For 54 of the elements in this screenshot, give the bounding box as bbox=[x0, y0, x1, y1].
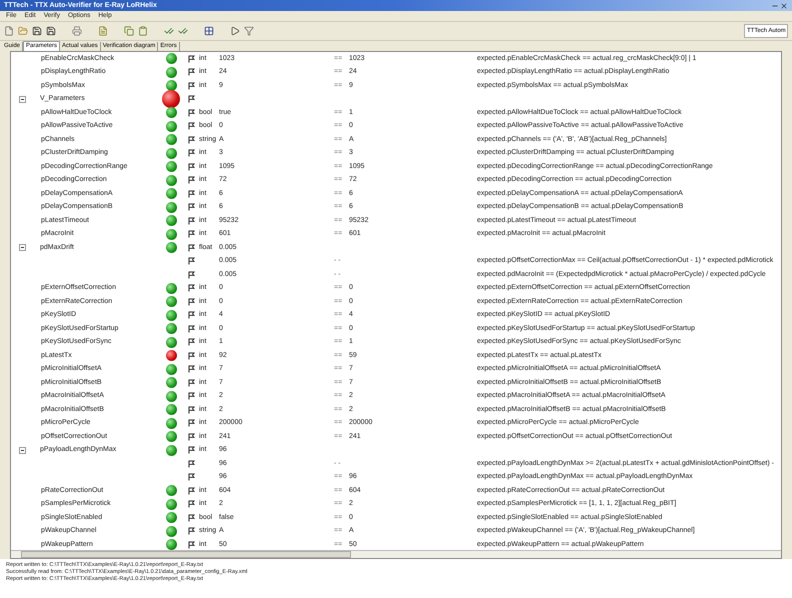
flag-icon bbox=[188, 460, 194, 468]
flag-icon bbox=[188, 446, 194, 454]
flag-icon bbox=[188, 324, 194, 333]
flag-icon bbox=[188, 203, 194, 212]
flag-icon bbox=[188, 500, 194, 508]
flag-icon bbox=[188, 108, 194, 117]
grid-icon[interactable] bbox=[204, 26, 214, 36]
double-check-icon[interactable] bbox=[164, 26, 174, 36]
flag-icon bbox=[188, 378, 194, 387]
new-document-icon[interactable] bbox=[4, 26, 14, 36]
flag-icon bbox=[188, 392, 194, 400]
flag-icon bbox=[188, 270, 194, 279]
flag-icon bbox=[188, 338, 194, 346]
flag-icon bbox=[188, 68, 194, 76]
flag-icon bbox=[188, 162, 194, 171]
flag-icon bbox=[188, 216, 194, 225]
flag-icon bbox=[188, 365, 194, 374]
printer-icon[interactable] bbox=[72, 26, 82, 36]
document-icon[interactable] bbox=[98, 26, 108, 36]
collapse-toggle[interactable] bbox=[19, 446, 26, 454]
flag-icon bbox=[188, 406, 194, 414]
flag-icon bbox=[188, 244, 194, 252]
flag-icon bbox=[188, 298, 194, 306]
flag-icon bbox=[188, 122, 194, 130]
flag-icon bbox=[188, 527, 194, 536]
flag-icon bbox=[188, 473, 194, 482]
flag-icon bbox=[188, 149, 194, 158]
flag-icon bbox=[188, 514, 194, 522]
flag-icon bbox=[188, 432, 194, 441]
copy-icon[interactable] bbox=[124, 26, 134, 36]
flag-icon bbox=[188, 257, 194, 266]
flag-icon bbox=[188, 95, 194, 104]
flag-icon bbox=[188, 82, 194, 90]
flag-icon bbox=[188, 136, 194, 144]
flag-icon bbox=[188, 54, 194, 63]
check-all-icon[interactable] bbox=[178, 26, 188, 36]
flag-icon bbox=[188, 230, 194, 238]
clipboard-icon[interactable] bbox=[138, 26, 148, 36]
close-icon[interactable] bbox=[780, 2, 788, 10]
flag-icon bbox=[188, 284, 194, 292]
play-icon[interactable] bbox=[230, 26, 240, 36]
flag-icon bbox=[188, 540, 194, 549]
flag-icon bbox=[188, 176, 194, 184]
scrollbar-thumb[interactable] bbox=[21, 551, 351, 558]
filter-icon[interactable] bbox=[244, 26, 254, 36]
flag-icon bbox=[188, 352, 194, 360]
flag-icon bbox=[188, 311, 194, 320]
collapse-toggle[interactable] bbox=[19, 244, 26, 252]
horizontal-scrollbar[interactable] bbox=[11, 550, 781, 558]
flag-icon bbox=[188, 190, 194, 198]
open-folder-icon[interactable] bbox=[18, 26, 28, 36]
flag-icon bbox=[188, 486, 194, 495]
collapse-toggle[interactable] bbox=[19, 96, 26, 103]
flag-icon bbox=[188, 419, 194, 428]
